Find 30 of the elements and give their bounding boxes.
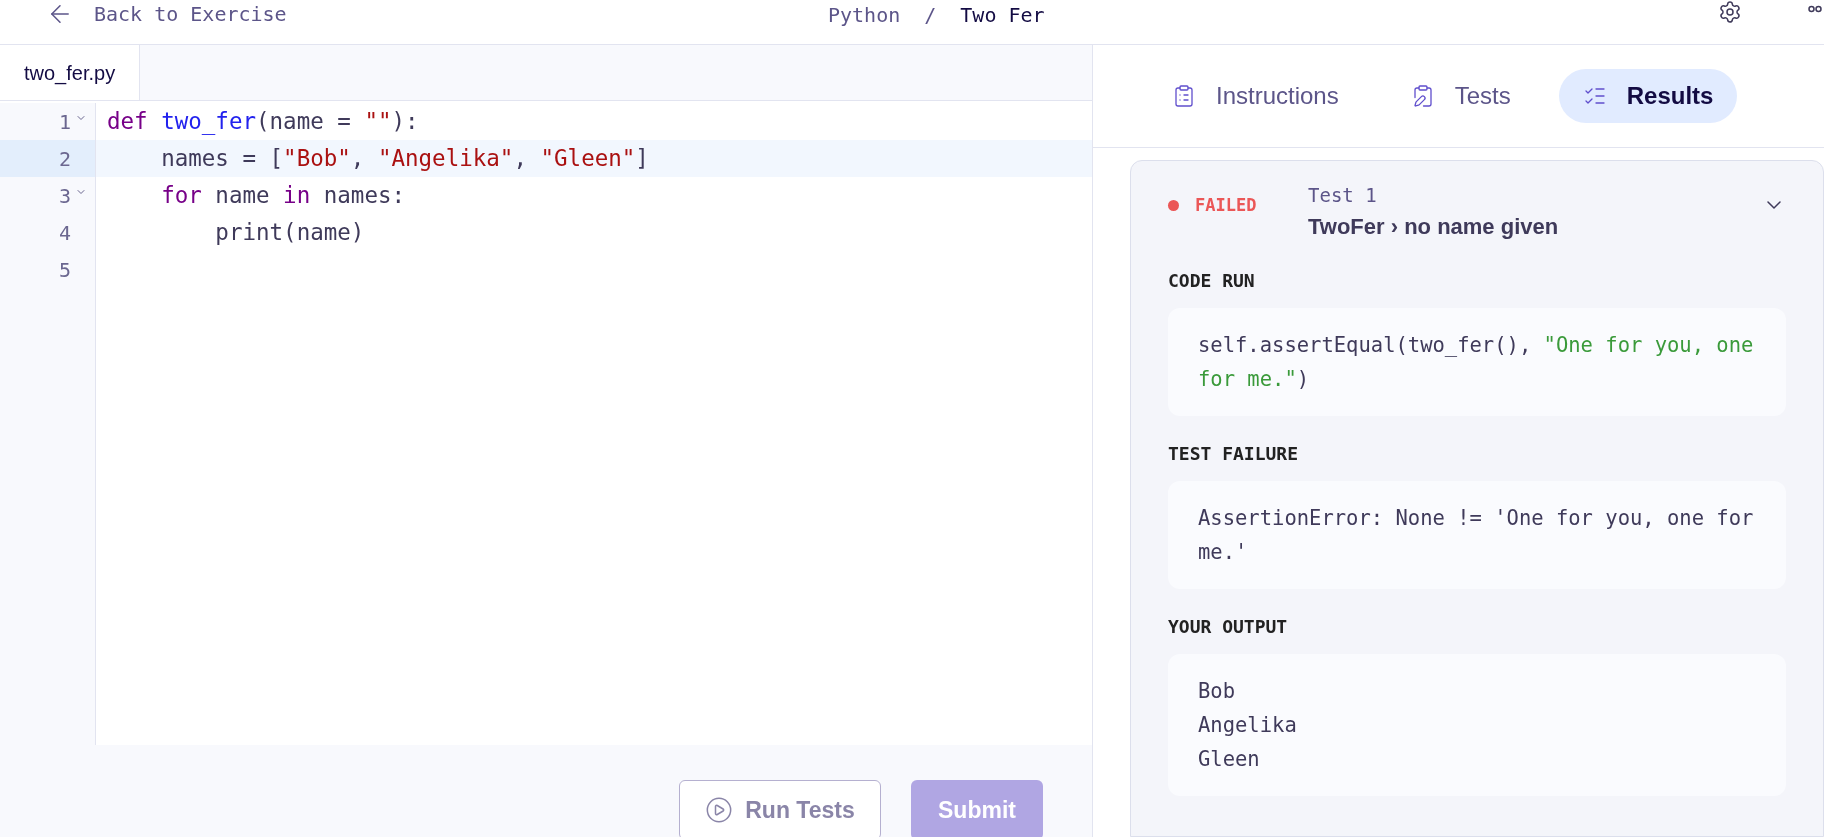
settings-icon[interactable] xyxy=(1718,0,1742,24)
section-heading: TEST FAILURE xyxy=(1168,441,1300,466)
back-link[interactable]: Back to Exercise xyxy=(46,0,287,29)
breadcrumb-item[interactable]: Python xyxy=(828,0,901,30)
play-icon xyxy=(705,796,734,824)
panel-tab[interactable]: Results xyxy=(1558,69,1738,123)
breadcrumb-item: Two Fer xyxy=(960,2,1045,29)
line-number: 3 xyxy=(58,182,71,210)
code-block: Bob Angelika Gleen xyxy=(1168,653,1786,796)
panel-tab[interactable]: Tests xyxy=(1386,69,1535,123)
code-block: AssertionError: None != 'One for you, one for me.' xyxy=(1168,480,1786,589)
code-line: def two_fer(name = ""): xyxy=(107,106,419,137)
test-number: Test 1 xyxy=(1308,183,1378,208)
section-heading: YOUR OUTPUT xyxy=(1168,614,1289,639)
code-line: print(name) xyxy=(214,217,365,247)
panel-tab[interactable]: Instructions xyxy=(1148,69,1363,123)
line-number: 5 xyxy=(58,256,71,284)
line-number: 4 xyxy=(58,219,71,247)
section-heading: CODE RUN xyxy=(1168,268,1256,293)
code-block: self.assertEqual(two_fer(), "One for you, one for me.") xyxy=(1168,307,1786,416)
breadcrumb-separator: / xyxy=(924,2,937,29)
test-status: FAILED xyxy=(1195,194,1257,217)
code-line: names = ["Bob", "Angelika", "Gleen"] xyxy=(160,143,649,173)
two-circles-icon[interactable] xyxy=(1808,5,1822,13)
tab-icon xyxy=(1172,84,1196,108)
file-tab[interactable]: two_fer.py xyxy=(0,45,141,100)
test-name: TwoFer › no name given xyxy=(1308,212,1560,241)
line-number: 2 xyxy=(58,145,71,173)
code-line: for name in names: xyxy=(160,180,406,210)
line-number: 1 xyxy=(58,108,71,136)
